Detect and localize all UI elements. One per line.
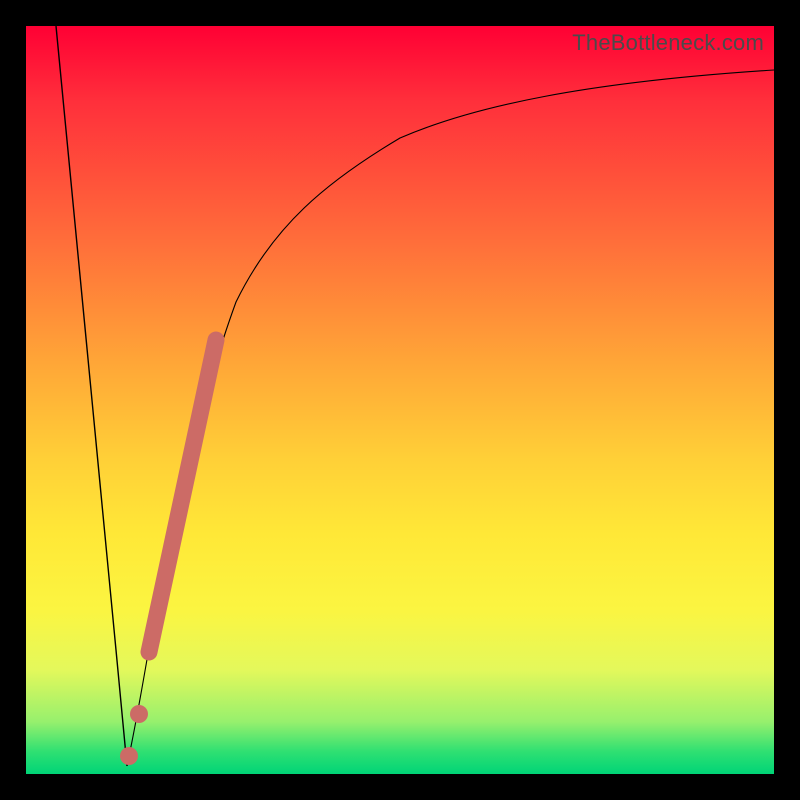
highlight-band [149, 340, 216, 652]
chart-frame: TheBottleneck.com [0, 0, 800, 800]
highlight-dot-upper [130, 705, 148, 723]
left-branch-line [56, 26, 127, 766]
right-branch-line [127, 70, 774, 766]
plot-area: TheBottleneck.com [26, 26, 774, 774]
curve-layer [26, 26, 774, 774]
highlight-dot-lower [120, 747, 138, 765]
